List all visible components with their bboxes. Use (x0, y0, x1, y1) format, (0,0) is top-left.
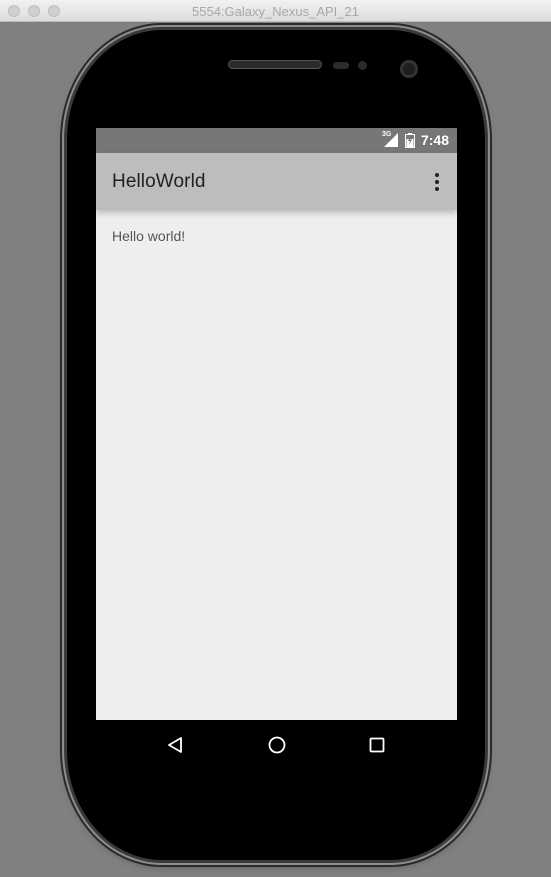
front-camera (400, 60, 418, 78)
network-type-label: 3G (381, 131, 392, 138)
window-titlebar: 5554:Galaxy_Nexus_API_21 (0, 0, 551, 22)
proximity-sensor (333, 62, 349, 69)
home-icon[interactable] (266, 734, 288, 756)
power-button[interactable] (486, 205, 490, 267)
more-vert-icon[interactable] (431, 170, 443, 194)
emulator-window: 5554:Galaxy_Nexus_API_21 3G 7:48 HelloWo… (0, 0, 551, 877)
volume-button[interactable] (61, 290, 66, 420)
navigation-bar (96, 720, 457, 769)
status-clock: 7:48 (420, 132, 449, 148)
app-bar: HelloWorld (96, 153, 457, 210)
status-icons: 3G 7:48 (381, 131, 449, 148)
earpiece-speaker (228, 60, 322, 69)
device-screen: 3G 7:48 HelloWorld Hello world! (96, 128, 457, 769)
status-bar: 3G 7:48 (96, 128, 457, 153)
back-icon[interactable] (165, 734, 187, 756)
battery-icon (404, 132, 415, 148)
app-title: HelloWorld (112, 171, 206, 192)
recents-icon[interactable] (366, 734, 388, 756)
window-title: 5554:Galaxy_Nexus_API_21 (192, 4, 359, 19)
light-sensor (358, 61, 367, 70)
hello-world-text: Hello world! (112, 228, 186, 244)
signal-icon: 3G (381, 131, 399, 148)
